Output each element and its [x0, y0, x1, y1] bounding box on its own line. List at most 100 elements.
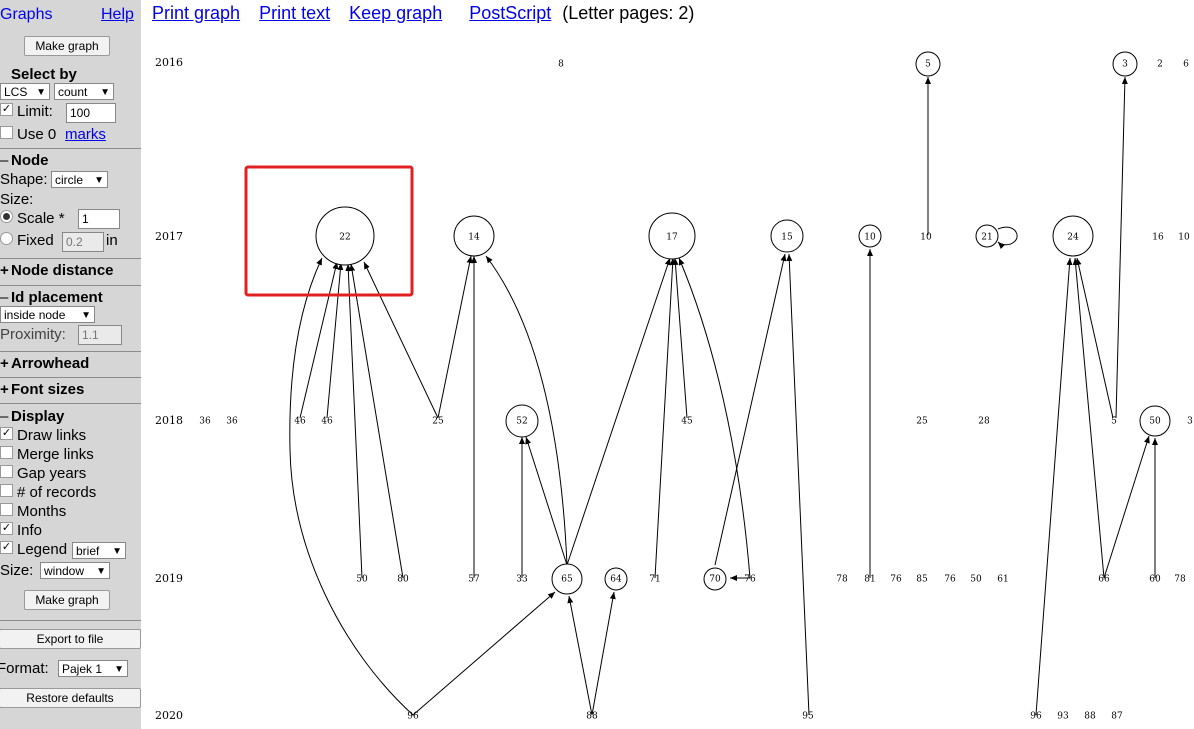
help-link[interactable]: Help [101, 6, 134, 24]
graph-node[interactable]: 71 [649, 575, 660, 585]
graph-node[interactable]: 64 [604, 567, 628, 591]
graph-node[interactable]: 45 [681, 417, 693, 427]
postscript-link[interactable]: PostScript [469, 3, 551, 23]
info-checkbox[interactable]: ✓ [0, 522, 13, 535]
months-checkbox[interactable] [0, 503, 13, 516]
graph-node[interactable]: 66 [1098, 575, 1110, 585]
graph-node[interactable]: 5 [1111, 417, 1117, 427]
print-text-link[interactable]: Print text [259, 3, 330, 23]
graph-node[interactable]: 28 [978, 417, 990, 427]
node-section-title[interactable]: Node [11, 152, 49, 169]
graph-node[interactable]: 57 [468, 575, 480, 585]
id-placement-section-title[interactable]: Id placement [11, 289, 103, 306]
graph-node[interactable]: 5 [915, 51, 941, 77]
graph-node[interactable]: 85 [916, 575, 928, 585]
graph-node[interactable]: 76 [744, 575, 756, 585]
graph-node[interactable]: 25 [916, 417, 928, 427]
graph-node[interactable]: 8 [558, 60, 564, 70]
graph-node[interactable]: 60 [1149, 575, 1161, 585]
graph-node[interactable]: 88 [586, 712, 598, 722]
graph-node[interactable]: 65 [551, 563, 583, 595]
graph-node[interactable]: 36 [199, 417, 211, 427]
font-sizes-expand-icon[interactable]: + [0, 381, 9, 398]
select-primary-dropdown[interactable]: LCS ▼ [0, 83, 50, 100]
graph-node[interactable]: 10 [920, 233, 932, 243]
keep-graph-link[interactable]: Keep graph [349, 3, 442, 23]
graph-node[interactable]: 2 [1157, 60, 1163, 70]
graph-node[interactable]: 50 [356, 575, 368, 585]
export-to-file-button[interactable]: Export to file [0, 629, 141, 649]
limit-input[interactable]: 100 [66, 103, 116, 123]
graph-node[interactable]: 78 [836, 575, 848, 585]
marks-link[interactable]: marks [65, 126, 106, 143]
arrowhead-expand-icon[interactable]: + [0, 355, 9, 372]
id-placement-collapse-icon[interactable]: – [0, 289, 8, 306]
graph-node[interactable]: 10 [1178, 233, 1190, 243]
graph-node[interactable]: 24 [1052, 215, 1094, 257]
graph-node[interactable]: 76 [944, 575, 956, 585]
graph-node[interactable]: 70 [703, 567, 727, 591]
num-records-checkbox[interactable] [0, 484, 13, 497]
fixed-radio[interactable] [0, 232, 13, 245]
legend-dropdown[interactable]: brief ▼ [72, 542, 126, 559]
graph-node[interactable]: 96 [407, 712, 419, 722]
scale-radio[interactable] [0, 210, 13, 223]
display-section-title[interactable]: Display [11, 408, 64, 425]
graph-node[interactable]: 25 [432, 417, 444, 427]
graph-node[interactable]: 61 [997, 575, 1008, 585]
graph-node[interactable]: 3 [1112, 51, 1138, 77]
graph-node[interactable]: 33 [516, 575, 528, 585]
proximity-input[interactable]: 1.1 [78, 325, 122, 345]
graph-node[interactable]: 80 [397, 575, 409, 585]
graph-node[interactable]: 14 [453, 215, 495, 257]
select-primary-value: LCS [4, 85, 28, 99]
merge-links-checkbox[interactable] [0, 446, 13, 459]
restore-defaults-button[interactable]: Restore defaults [0, 688, 141, 708]
graph-node[interactable]: 46 [321, 417, 333, 427]
graph-node[interactable]: 50 [1139, 405, 1171, 437]
node-distance-section-title[interactable]: Node distance [11, 262, 114, 279]
arrowhead-section-title[interactable]: Arrowhead [11, 355, 89, 372]
graph-node[interactable]: 17 [648, 212, 696, 260]
select-metric-dropdown[interactable]: count ▼ [54, 83, 114, 100]
graph-node[interactable]: 76 [890, 575, 902, 585]
format-dropdown[interactable]: Pajek 1 ▼ [58, 660, 128, 677]
graph-node[interactable]: 50 [970, 575, 982, 585]
gap-years-checkbox[interactable] [0, 465, 13, 478]
graph-node[interactable]: 36 [226, 417, 238, 427]
graph-node[interactable]: 88 [1084, 712, 1096, 722]
legend-checkbox[interactable]: ✓ [0, 541, 13, 554]
graph-node[interactable]: 22 [315, 206, 375, 266]
graph-node[interactable]: 78 [1174, 575, 1186, 585]
font-sizes-section-title[interactable]: Font sizes [11, 381, 84, 398]
graph-node[interactable]: 3 [1187, 417, 1193, 427]
print-graph-link[interactable]: Print graph [152, 3, 240, 23]
shape-value: circle [55, 173, 84, 187]
graph-node[interactable]: 46 [294, 417, 306, 427]
window-size-dropdown[interactable]: window ▼ [40, 562, 110, 579]
graph-node-label: 3 [1122, 60, 1128, 70]
make-graph-button[interactable]: Make graph [24, 36, 110, 56]
draw-links-checkbox[interactable]: ✓ [0, 427, 13, 440]
graph-node[interactable]: 16 [1152, 233, 1164, 243]
graph-node[interactable]: 21 [975, 224, 999, 248]
make-graph-button-2[interactable]: Make graph [24, 590, 110, 610]
display-collapse-icon[interactable]: – [0, 408, 8, 425]
id-placement-dropdown[interactable]: inside node ▼ [0, 306, 95, 323]
graph-node[interactable]: 81 [864, 575, 875, 585]
fixed-input[interactable]: 0.2 [62, 232, 104, 252]
graph-node[interactable]: 6 [1183, 60, 1189, 70]
graph-node[interactable]: 15 [770, 219, 804, 253]
graph-node[interactable]: 10 [858, 224, 882, 248]
node-collapse-icon[interactable]: – [0, 152, 8, 169]
limit-checkbox[interactable]: ✓ [0, 103, 13, 116]
graph-node[interactable]: 87 [1111, 712, 1123, 722]
graph-node[interactable]: 52 [505, 404, 539, 438]
shape-dropdown[interactable]: circle ▼ [51, 171, 108, 188]
use0-checkbox[interactable] [0, 126, 13, 139]
graph-node[interactable]: 96 [1030, 712, 1042, 722]
scale-input[interactable]: 1 [78, 209, 120, 229]
graph-node[interactable]: 93 [1057, 712, 1069, 722]
graph-node[interactable]: 95 [802, 712, 814, 722]
node-distance-expand-icon[interactable]: + [0, 262, 9, 279]
